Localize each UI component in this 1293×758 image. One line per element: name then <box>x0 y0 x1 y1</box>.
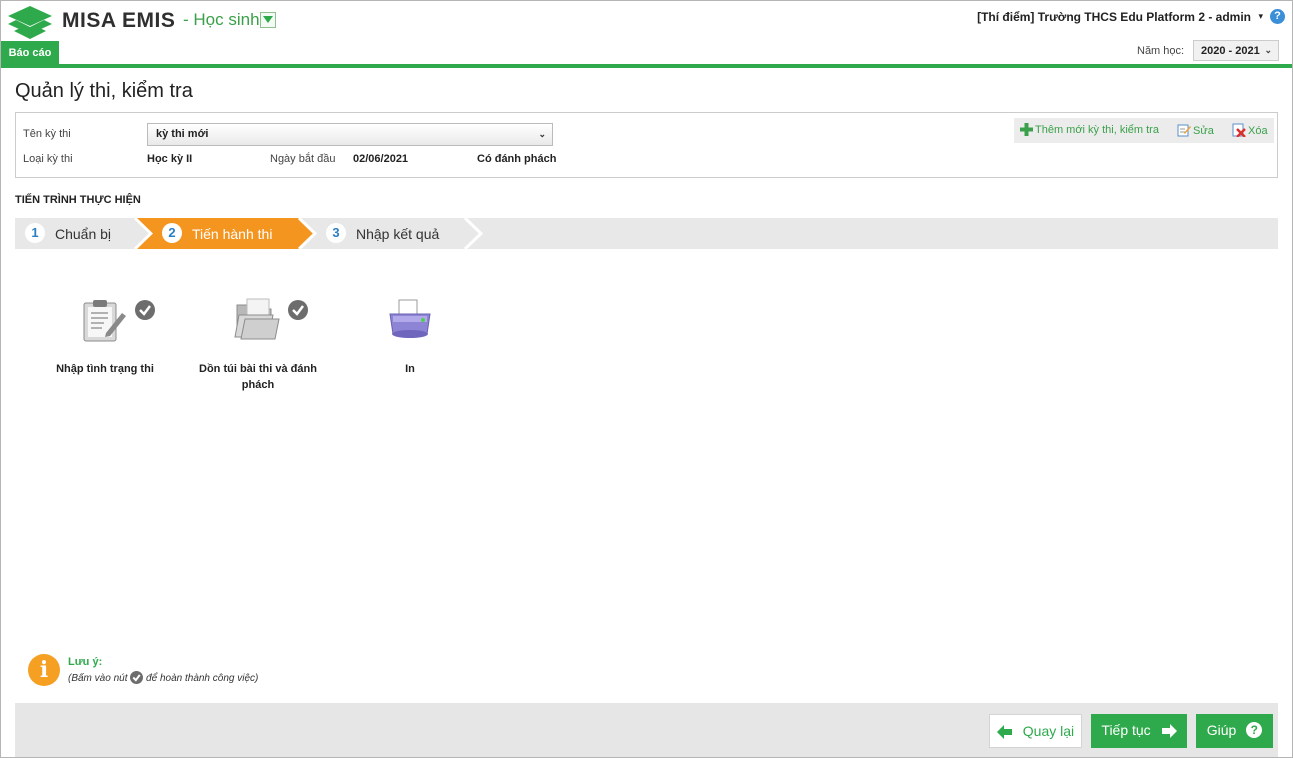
school-year-value: 2020 - 2021 <box>1201 45 1260 57</box>
delete-icon <box>1232 123 1246 138</box>
note-text-after: để hoàn thành công việc) <box>146 673 259 684</box>
exam-name-label: Tên kỳ thi <box>23 128 71 140</box>
delete-exam-button[interactable]: Xóa <box>1232 123 1268 138</box>
clipboard-pencil-icon <box>83 300 126 342</box>
step-1-number: 1 <box>25 223 45 243</box>
anonymize-status: Có đánh phách <box>477 153 557 165</box>
step-3-number: 3 <box>326 223 346 243</box>
task-done-check-icon[interactable] <box>288 300 308 320</box>
info-icon: i <box>28 654 60 686</box>
delete-exam-label: Xóa <box>1248 125 1268 137</box>
progress-section-label: TIẾN TRÌNH THỰC HIỆN <box>15 194 141 206</box>
page-title: Quản lý thi, kiểm tra <box>15 80 193 102</box>
help-icon[interactable]: ? <box>1270 9 1285 24</box>
help-button[interactable]: Giúp ? <box>1196 714 1273 748</box>
progress-steps: 1 Chuẩn bị 2 Tiến hành thi 3 Nhập kết qu… <box>15 218 1278 249</box>
brand-name: MISA EMIS <box>62 9 176 32</box>
exam-name-value: kỳ thi mới <box>156 128 209 140</box>
edit-icon <box>1177 124 1191 137</box>
start-date-label: Ngày bắt đầu <box>270 153 336 165</box>
exam-info-panel: Tên kỳ thi kỳ thi mới ⌄ Loại kỳ thi Học … <box>15 112 1278 178</box>
add-exam-button[interactable]: Thêm mới kỳ thi, kiểm tra <box>1020 123 1159 136</box>
exam-type-label: Loại kỳ thi <box>23 153 73 165</box>
step-1-chuan-bi[interactable]: Chuẩn bị <box>55 226 111 242</box>
note-text-before: (Bấm vào nút <box>68 673 128 684</box>
note-title: Lưu ý: <box>68 656 103 668</box>
edit-exam-button[interactable]: Sửa <box>1177 123 1214 137</box>
next-button[interactable]: Tiếp tục <box>1091 714 1187 748</box>
help-label: Giúp <box>1206 722 1237 738</box>
school-user-menu[interactable]: [Thí điểm] Trường THCS Edu Platform 2 - … <box>977 10 1251 24</box>
header-divider <box>1 64 1292 68</box>
add-exam-label: Thêm mới kỳ thi, kiểm tra <box>1035 124 1159 136</box>
school-year-label: Năm học: <box>1137 45 1185 57</box>
check-icon <box>130 671 144 684</box>
task-done-check-icon[interactable] <box>135 300 155 320</box>
folders-icon <box>234 298 280 340</box>
exam-type-value: Học kỳ II <box>147 153 193 165</box>
footer-bar: Quay lại Tiếp tục Giúp ? <box>15 703 1278 757</box>
back-label: Quay lại <box>1022 723 1075 739</box>
misa-logo-icon <box>8 6 52 39</box>
task-label: Nhập tình trạng thi <box>56 363 154 375</box>
back-button[interactable]: Quay lại <box>989 714 1082 748</box>
caret-down-icon[interactable]: ▾ <box>1258 11 1263 22</box>
exam-toolbar: Thêm mới kỳ thi, kiểm tra Sửa Xóa <box>1014 118 1274 143</box>
school-year-select[interactable]: 2020 - 2021 ⌄ <box>1193 40 1279 61</box>
printer-icon <box>389 299 431 338</box>
start-date-value: 02/06/2021 <box>353 153 409 165</box>
task-label: In <box>405 363 415 375</box>
tab-bao-cao[interactable]: Báo cáo <box>1 41 59 66</box>
step-2-number: 2 <box>162 223 182 243</box>
module-dropdown-button[interactable] <box>260 12 276 28</box>
arrow-left-icon <box>996 725 1012 739</box>
step-3-nhap-ket-qua[interactable]: Nhập kết quả <box>356 226 439 242</box>
caret-down-icon <box>263 16 273 23</box>
exam-name-select[interactable]: kỳ thi mới ⌄ <box>147 123 553 146</box>
edit-exam-label: Sửa <box>1193 125 1214 137</box>
task-label: Dồn túi bài thi và đánh phách <box>199 363 317 391</box>
next-label: Tiếp tục <box>1101 722 1151 738</box>
plus-icon <box>1020 123 1033 136</box>
chevron-down-icon: ⌄ <box>1264 45 1272 55</box>
arrow-right-icon <box>1161 724 1177 738</box>
chevron-down-icon: ⌄ <box>538 129 546 139</box>
note-text: (Bấm vào nút để hoàn thành công việc) <box>68 671 258 684</box>
step-2-tien-hanh-thi[interactable]: Tiến hành thi <box>192 226 272 242</box>
module-name: - Học sinh <box>183 10 260 29</box>
question-icon: ? <box>1246 722 1263 738</box>
